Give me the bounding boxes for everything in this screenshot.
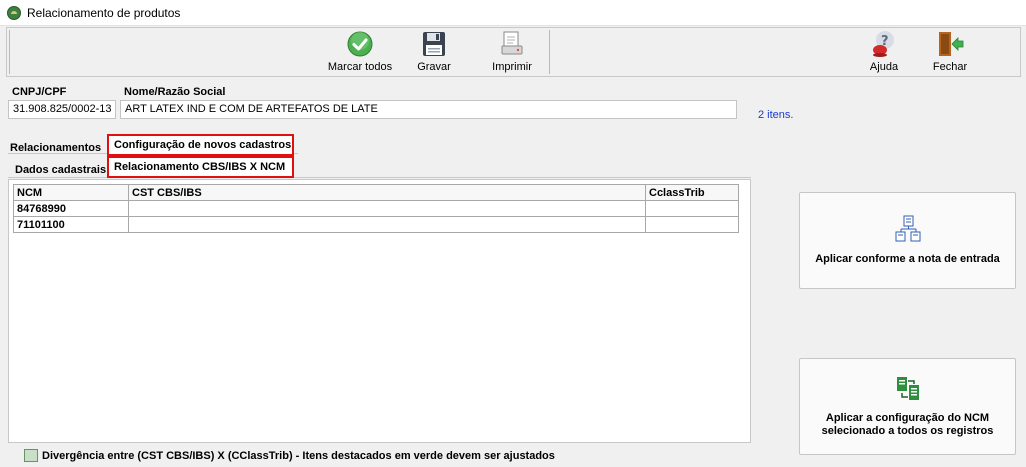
floppy-disk-icon [419, 30, 449, 58]
tab-configuracao-novos-cadastros[interactable]: Configuração de novos cadastros [107, 134, 294, 156]
apply-entry-note-button[interactable]: Aplicar conforme a nota de entrada [799, 192, 1016, 289]
apply-ncm-config-label-line2: selecionado a todos os registros [821, 425, 994, 437]
cell-ncm[interactable]: 84768990 [13, 200, 129, 217]
cnpj-field[interactable]: 31.908.825/0002-13 [8, 100, 116, 119]
tab-dados-cadastrais[interactable]: Dados cadastrais [15, 164, 106, 176]
title-bar: Relacionamento de produtos [0, 0, 1026, 26]
check-circle-icon [345, 30, 375, 58]
legend-text: Divergência entre (CST CBS/IBS) X (CClas… [42, 449, 555, 462]
close-label: Fechar [932, 61, 968, 73]
column-header-cst[interactable]: CST CBS/IBS [128, 184, 646, 201]
item-count: 2 itens. [758, 109, 794, 121]
tab-relacionamentos[interactable]: Relacionamentos [10, 142, 101, 154]
apply-ncm-config-label-line1: Aplicar a configuração do NCM [825, 412, 990, 424]
apply-ncm-config-button[interactable]: Aplicar a configuração do NCM selecionad… [799, 358, 1016, 455]
table-row[interactable]: 71101100 [13, 216, 739, 233]
legend-swatch [24, 449, 38, 462]
cell-cst[interactable] [128, 200, 646, 217]
tab-relacionamento-cbs-ncm[interactable]: Relacionamento CBS/IBS X NCM [107, 156, 294, 178]
mark-all-button[interactable]: Marcar todos [325, 30, 395, 76]
grid-header-row: NCM CST CBS/IBS CclassTrib [13, 184, 739, 201]
name-field[interactable]: ART LATEX IND E COM DE ARTEFATOS DE LATE [120, 100, 737, 119]
column-header-ncm[interactable]: NCM [13, 184, 129, 201]
help-question-icon: ? [869, 30, 899, 58]
help-label: Ajuda [869, 61, 899, 73]
table-row[interactable]: 84768990 [13, 200, 739, 217]
exit-door-icon [935, 30, 965, 58]
cell-cclasstrib[interactable] [645, 200, 739, 217]
window-title: Relacionamento de produtos [27, 5, 181, 20]
ncm-grid: NCM CST CBS/IBS CclassTrib 84768990 7110… [13, 184, 739, 233]
print-button[interactable]: Imprimir [482, 30, 542, 76]
grid-panel: NCM CST CBS/IBS CclassTrib 84768990 7110… [8, 179, 751, 443]
cell-cclasstrib[interactable] [645, 216, 739, 233]
toolbar-separator [9, 30, 10, 74]
printer-document-icon [497, 30, 527, 58]
mark-all-label: Marcar todos [327, 61, 393, 73]
document-tree-icon [893, 215, 923, 247]
save-label: Gravar [417, 61, 451, 73]
name-label: Nome/Razão Social [124, 86, 226, 98]
cnpj-label: CNPJ/CPF [12, 86, 67, 98]
column-header-cclasstrib[interactable]: CclassTrib [645, 184, 739, 201]
toolbar: Marcar todos Gravar Imprimir ? Ajuda Fec… [6, 27, 1021, 77]
app-icon [7, 5, 21, 20]
print-label: Imprimir [492, 61, 532, 73]
divergence-legend: Divergência entre (CST CBS/IBS) X (CClas… [24, 449, 555, 462]
cell-cst[interactable] [128, 216, 646, 233]
save-button[interactable]: Gravar [409, 30, 459, 76]
close-button[interactable]: Fechar [925, 30, 975, 76]
copy-documents-icon [894, 375, 922, 407]
apply-entry-note-label: Aplicar conforme a nota de entrada [815, 253, 1000, 265]
toolbar-separator [549, 30, 550, 74]
cell-ncm[interactable]: 71101100 [13, 216, 129, 233]
help-button[interactable]: ? Ajuda [859, 30, 909, 76]
